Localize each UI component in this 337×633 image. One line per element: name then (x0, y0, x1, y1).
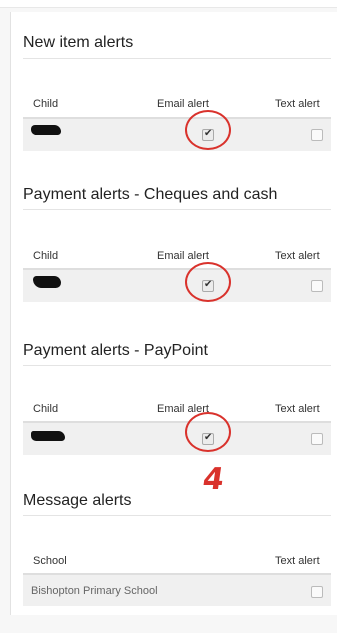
alerts-card: New item alerts Child Email alert Text a… (10, 12, 337, 615)
column-header-school: School (33, 555, 67, 567)
redacted-child-name (31, 431, 65, 441)
text-alert-checkbox[interactable] (311, 586, 323, 598)
section-title: Message alerts (23, 492, 132, 509)
top-strip (0, 0, 337, 8)
column-header-child: Child (33, 403, 59, 415)
red-circle-annotation (185, 412, 231, 452)
column-header-text: Text alert (275, 555, 320, 567)
column-header-text: Text alert (275, 403, 320, 415)
table-row (23, 117, 331, 151)
divider (23, 365, 331, 366)
table-row (23, 268, 331, 302)
school-name: Bishopton Primary School (31, 585, 158, 597)
redacted-child-name (33, 276, 61, 288)
column-header-child: Child (33, 250, 59, 262)
text-alert-checkbox[interactable] (311, 433, 323, 445)
table-row (23, 421, 331, 455)
section-title: Payment alerts - Cheques and cash (23, 186, 278, 203)
column-header-text: Text alert (275, 250, 320, 262)
text-alert-checkbox[interactable] (311, 280, 323, 292)
text-alert-checkbox[interactable] (311, 129, 323, 141)
column-header-text: Text alert (275, 98, 320, 110)
column-header-email: Email alert (157, 98, 209, 110)
handwritten-annotation: 4 (200, 462, 227, 497)
column-header-email: Email alert (157, 250, 209, 262)
column-header-child: Child (33, 98, 59, 110)
divider (23, 209, 331, 210)
red-circle-annotation (185, 110, 231, 150)
divider (23, 58, 331, 59)
divider (23, 515, 331, 516)
section-title: New item alerts (23, 34, 134, 51)
section-title: Payment alerts - PayPoint (23, 342, 208, 359)
red-circle-annotation (185, 262, 231, 302)
redacted-child-name (31, 125, 61, 135)
